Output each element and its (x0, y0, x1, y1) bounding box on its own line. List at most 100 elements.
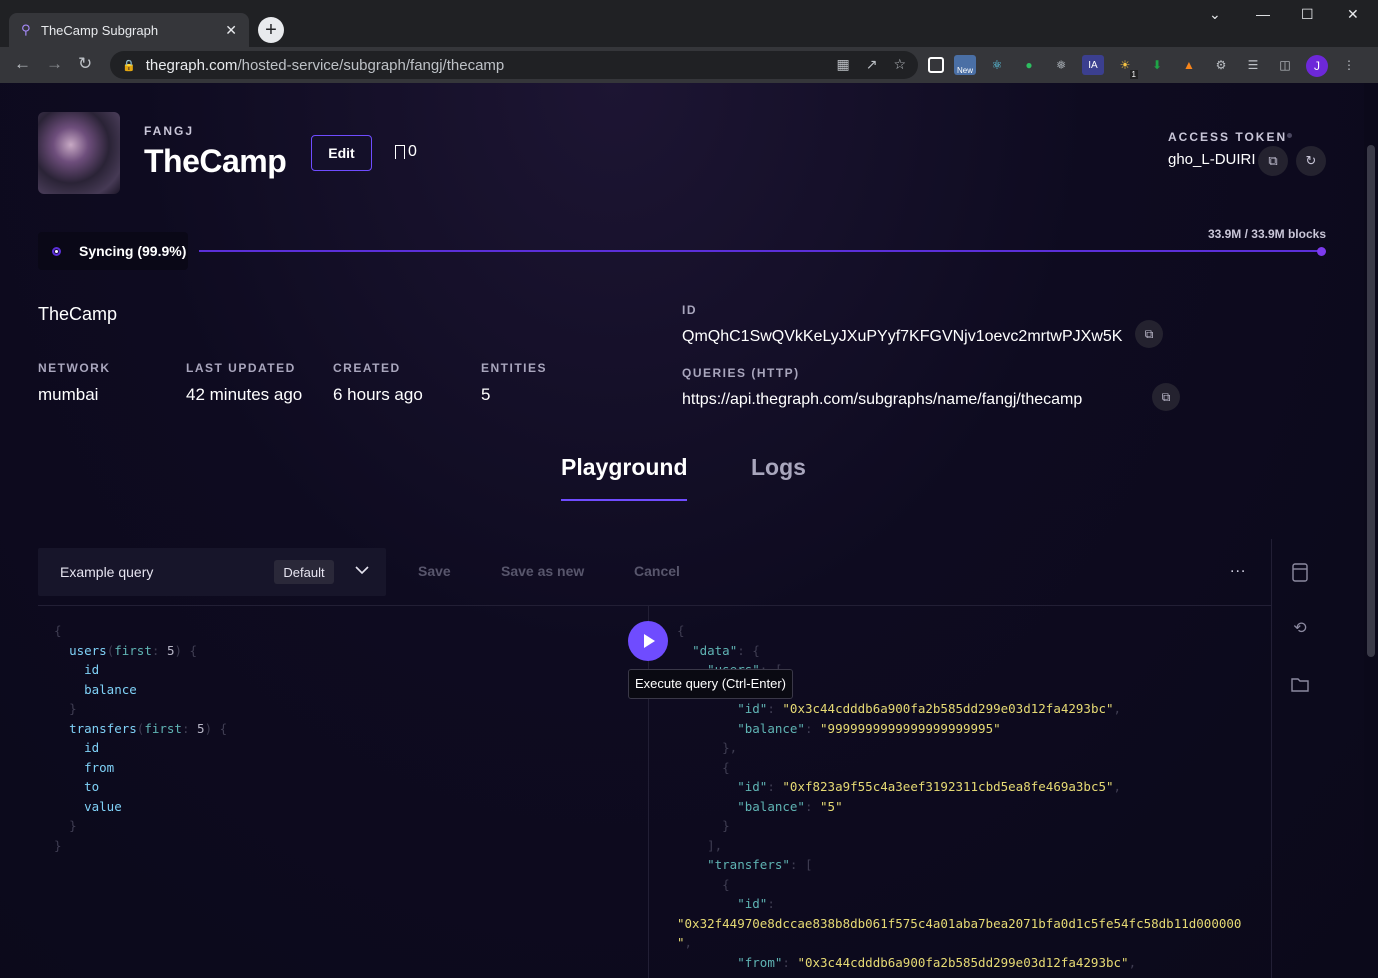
star-icon[interactable]: ☆ (893, 56, 906, 73)
query-transfers-arg: first (144, 720, 182, 736)
back-icon[interactable]: ← (14, 54, 31, 74)
metamask-icon[interactable]: ▲ (1178, 55, 1200, 75)
extension-badge-icon[interactable]: ☀ 1 (1114, 55, 1138, 79)
extensions-puzzle-icon[interactable]: ⚙ (1210, 55, 1232, 75)
explorer-folder-icon[interactable] (1290, 674, 1310, 694)
extension-frame-icon[interactable] (928, 57, 944, 73)
reading-list-icon[interactable]: ☰ (1242, 55, 1264, 75)
thegraph-favicon-icon: ⚲ (21, 22, 31, 37)
edit-button[interactable]: Edit (311, 135, 372, 171)
browser-toolbar: ← → ↻ 🔒 thegraph.com /hosted-service/sub… (0, 47, 1378, 83)
result-key: "id" (737, 701, 768, 716)
execute-query-tooltip: Execute query (Ctrl-Enter) (628, 669, 793, 699)
sync-dot-icon (52, 246, 61, 256)
subgraph-owner[interactable]: FANGJ (144, 124, 194, 138)
query-field: id (84, 740, 100, 755)
close-tab-icon[interactable]: ✕ (225, 22, 237, 39)
result-value: "0x32f44970e8dccae838b8db061f575c4a01aba… (677, 915, 1242, 931)
result-key: "data" (692, 642, 738, 658)
react-devtools-icon[interactable]: ⚛ (986, 55, 1008, 75)
refresh-token-icon[interactable]: ↻ (1296, 146, 1326, 176)
scrollbar-thumb[interactable] (1367, 145, 1375, 657)
query-name: Example query (60, 564, 154, 580)
editor-divider[interactable] (648, 606, 649, 978)
page-content: FANGJ TheCamp Edit 0 ACCESS TOKEN gho_L-… (0, 83, 1364, 978)
forward-icon[interactable]: → (46, 54, 63, 74)
queries-url[interactable]: https://api.thegraph.com/subgraphs/name/… (682, 391, 1082, 409)
result-key: "transfers" (707, 857, 790, 872)
save-as-new-button[interactable]: Save as new (501, 563, 584, 579)
tab-search-icon[interactable]: ⌄ (1209, 6, 1221, 23)
result-key: "id" (737, 896, 768, 911)
sync-blocks: 33.9M / 33.9M blocks (1207, 227, 1326, 241)
play-icon (644, 634, 655, 648)
reload-icon[interactable]: ↻ (78, 54, 92, 74)
result-value: "9999999999999999999995" (820, 720, 1001, 736)
network-value: mumbai (38, 385, 99, 404)
lock-icon: 🔒 (122, 59, 136, 72)
extension-badge-count: 1 (1129, 70, 1138, 79)
new-tab-button[interactable]: + (258, 17, 284, 43)
browser-tab[interactable]: ⚲ TheCamp Subgraph ✕ (9, 13, 249, 47)
created-value: 6 hours ago (333, 385, 423, 404)
save-button[interactable]: Save (418, 563, 451, 579)
bookmark-icon (395, 145, 405, 159)
chevron-down-icon[interactable] (352, 560, 372, 580)
tab-logs[interactable]: Logs (751, 454, 806, 481)
query-field: balance (84, 681, 137, 697)
query-users-field: users (69, 642, 107, 658)
browser-menu-icon[interactable]: ⋮ (1338, 55, 1360, 75)
share-icon[interactable]: ↗ (866, 56, 878, 73)
bookmark-button[interactable]: 0 (395, 143, 417, 161)
download-arrow-icon[interactable]: ⬇ (1146, 55, 1168, 75)
default-badge: Default (274, 560, 334, 584)
translate-icon[interactable]: ▦ (836, 56, 849, 73)
last-updated-label: LAST UPDATED (186, 361, 296, 375)
page-scrollbar[interactable] (1364, 83, 1378, 978)
docs-icon[interactable] (1290, 562, 1310, 582)
subgraph-image (38, 112, 120, 194)
query-transfers-field: transfers (69, 720, 137, 736)
result-key: "balance" (737, 720, 805, 736)
extension-ia-icon[interactable]: IA (1082, 55, 1104, 75)
minimize-icon[interactable]: — (1256, 6, 1270, 22)
query-field: to (84, 779, 100, 794)
more-options-button[interactable]: ... (1230, 559, 1246, 577)
query-field: id (84, 662, 100, 677)
result-value: "0x3c44cdddb6a900fa2b585dd299e03d12fa429… (782, 701, 1114, 716)
entities-label: ENTITIES (481, 361, 548, 375)
close-window-icon[interactable]: ✕ (1347, 6, 1359, 23)
bookmark-count: 0 (408, 143, 417, 160)
network-label: NETWORK (38, 361, 111, 375)
result-value: "0x3c44cdddb6a900fa2b585dd299e03d12fa429… (797, 954, 1129, 970)
extensions-bar: New ⚛ ● ❅ IA ☀ 1 ⬇ ▲ ⚙ ☰ ◫ J ⋮ (928, 55, 1360, 79)
history-icon[interactable]: ⟲ (1290, 618, 1310, 638)
extension-new-icon[interactable]: New (954, 55, 976, 75)
playground-divider (38, 605, 1271, 606)
query-users-arg: first (114, 642, 152, 658)
access-token-value: gho_L-DUIRI (1168, 151, 1256, 168)
query-editor[interactable]: { users(first: 5) { id balance } transfe… (54, 621, 227, 855)
cancel-button[interactable]: Cancel (634, 563, 680, 579)
side-panel-icon[interactable]: ◫ (1274, 55, 1296, 75)
copy-id-icon[interactable]: ⧉ (1135, 320, 1163, 348)
copy-token-icon[interactable]: ⧉ (1258, 146, 1288, 176)
info-dot-icon[interactable] (1287, 133, 1292, 138)
query-transfers-arg-value: 5 (197, 720, 205, 736)
tab-playground[interactable]: Playground (561, 454, 688, 481)
sync-status-text: Syncing (99.9%) (79, 243, 187, 259)
address-bar[interactable]: 🔒 thegraph.com /hosted-service/subgraph/… (110, 51, 918, 79)
result-value: "0xf823a9f55c4a3eef3192311cbd5ea8fe469a3… (782, 779, 1114, 794)
execute-query-button[interactable] (628, 621, 668, 661)
url-path: /hosted-service/subgraph/fangj/thecamp (237, 56, 505, 74)
query-selector[interactable]: Example query Default (38, 548, 386, 596)
entities-value: 5 (481, 385, 491, 404)
extension-globe-icon[interactable]: ❅ (1050, 55, 1072, 75)
evernote-icon[interactable]: ● (1018, 55, 1040, 75)
last-updated-value: 42 minutes ago (186, 385, 303, 404)
subgraph-display-name: TheCamp (38, 304, 118, 324)
profile-avatar[interactable]: J (1306, 55, 1328, 77)
maximize-icon[interactable]: ☐ (1301, 6, 1314, 23)
copy-url-icon[interactable]: ⧉ (1152, 383, 1180, 411)
result-key: "from" (737, 954, 783, 970)
